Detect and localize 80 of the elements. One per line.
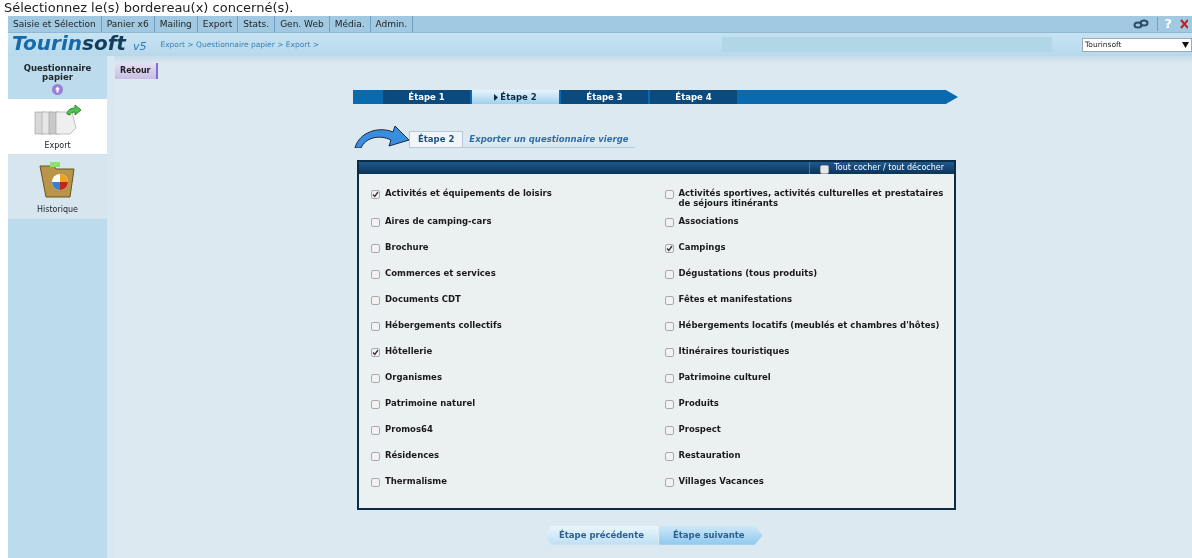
checkbox-label: Produits [678,398,719,408]
checkbox-label: Restauration [678,450,741,460]
checkbox[interactable] [664,478,674,487]
checkbox[interactable] [371,190,380,199]
checkbox-label: Prospect [678,424,721,434]
checkbox[interactable] [664,296,674,305]
checkbox-label: Itinéraires touristiques [678,346,790,356]
menu-tab[interactable]: Gen. Web [275,16,330,32]
step-tab[interactable]: Étape 1 [383,90,470,104]
checkbox[interactable] [371,400,380,409]
menu-tab[interactable]: Stats. [238,16,276,32]
menu-tab[interactable]: Saisie et Sélection [8,16,102,32]
checkbox-label: Associations [678,216,739,226]
checkbox[interactable] [664,322,674,331]
checkbox-label: Hôtellerie [385,346,433,356]
checkbox-label: Aires de camping-cars [385,216,492,226]
checkbox[interactable] [664,426,674,435]
checkbox[interactable] [664,400,674,409]
toggle-all-label: Tout cocher / tout décocher [834,162,944,174]
logo: Tourinsoft v5 [11,32,147,57]
checkbox[interactable] [664,244,674,253]
step-tab[interactable]: Étape 3 [561,90,648,104]
checkbox-label: Villages Vacances [678,476,764,486]
checkbox[interactable] [820,164,830,174]
menu-tab[interactable]: Mailing [154,16,198,32]
step-label: Étape 2 [409,131,464,148]
arrow-up-icon[interactable] [52,84,63,95]
menu-tab[interactable]: Média. [329,16,371,32]
next-button[interactable]: Étape suivante [659,526,763,545]
curved-arrow-icon [353,124,409,148]
checkbox-label: Hébergements collectifs [385,320,502,330]
checkbox[interactable] [371,426,380,435]
checkbox[interactable] [664,348,674,357]
checkbox[interactable] [664,218,674,227]
checkbox[interactable] [371,218,380,227]
checkbox-label: Hébergements locatifs (meublés et chambres d'hôtes) [678,320,940,330]
checkbox-label: Dégustations (tous produits) [678,268,818,278]
sidebar-title: Questionnaire papier [22,62,93,84]
checkbox-label: Brochure [385,242,429,252]
sidebar-item[interactable]: Export [8,99,107,155]
page-heading: Sélectionnez le(s) bordereau(x) concerné(s). [3,0,295,16]
menu-tab[interactable]: Export [197,16,239,32]
checkbox[interactable] [371,244,380,253]
checkbox-label: Fêtes et manifestations [678,294,793,304]
checkbox[interactable] [664,374,674,383]
checkbox-label: Organismes [385,372,442,382]
checkbox-label: Campings [678,242,726,252]
menu-tab[interactable]: Admin. [370,16,414,32]
step-title: Exporter un questionnaire vierge [463,132,635,148]
dropdown-caret-icon [1182,41,1189,48]
checkbox[interactable] [371,322,380,331]
documents-arrow-icon [32,104,83,136]
step-tab[interactable]: Étape 4 [650,90,737,104]
back-button[interactable]: Retour [115,63,158,79]
checkbox[interactable] [371,478,380,487]
checkbox-label: Documents CDT [385,294,461,304]
checkbox[interactable] [371,374,380,383]
sidebar-item[interactable]: Historique [8,155,107,219]
checkbox[interactable] [371,296,380,305]
checkbox[interactable] [664,190,674,199]
step-tab[interactable]: Étape 2 [472,90,559,104]
checkbox-label: Résidences [385,450,440,460]
checkbox-label: Promos64 [385,424,433,434]
current-step-icon [494,93,499,101]
checkbox-label: Thermalisme [385,476,447,486]
checkbox-label: Patrimoine culturel [678,372,771,382]
checkbox-label: Commerces et services [385,268,496,278]
checkbox-label: Activités et équipements de loisirs [385,188,552,198]
checkbox-label: Patrimoine naturel [385,398,476,408]
checkbox[interactable] [371,270,380,279]
checkbox[interactable] [664,452,674,461]
link-icon[interactable] [1133,19,1150,29]
checkbox[interactable] [664,270,674,279]
folder-chart-icon [37,160,78,200]
previous-button[interactable]: Étape précédente [545,526,658,545]
checkbox[interactable] [371,348,380,357]
menu-tab[interactable]: Panier x6 [101,16,155,32]
checkbox-label: Activités sportives, activités culturelles et prestataires de séjours itinérants [678,188,945,208]
checkbox[interactable] [371,452,380,461]
close-icon[interactable] [1180,19,1188,29]
